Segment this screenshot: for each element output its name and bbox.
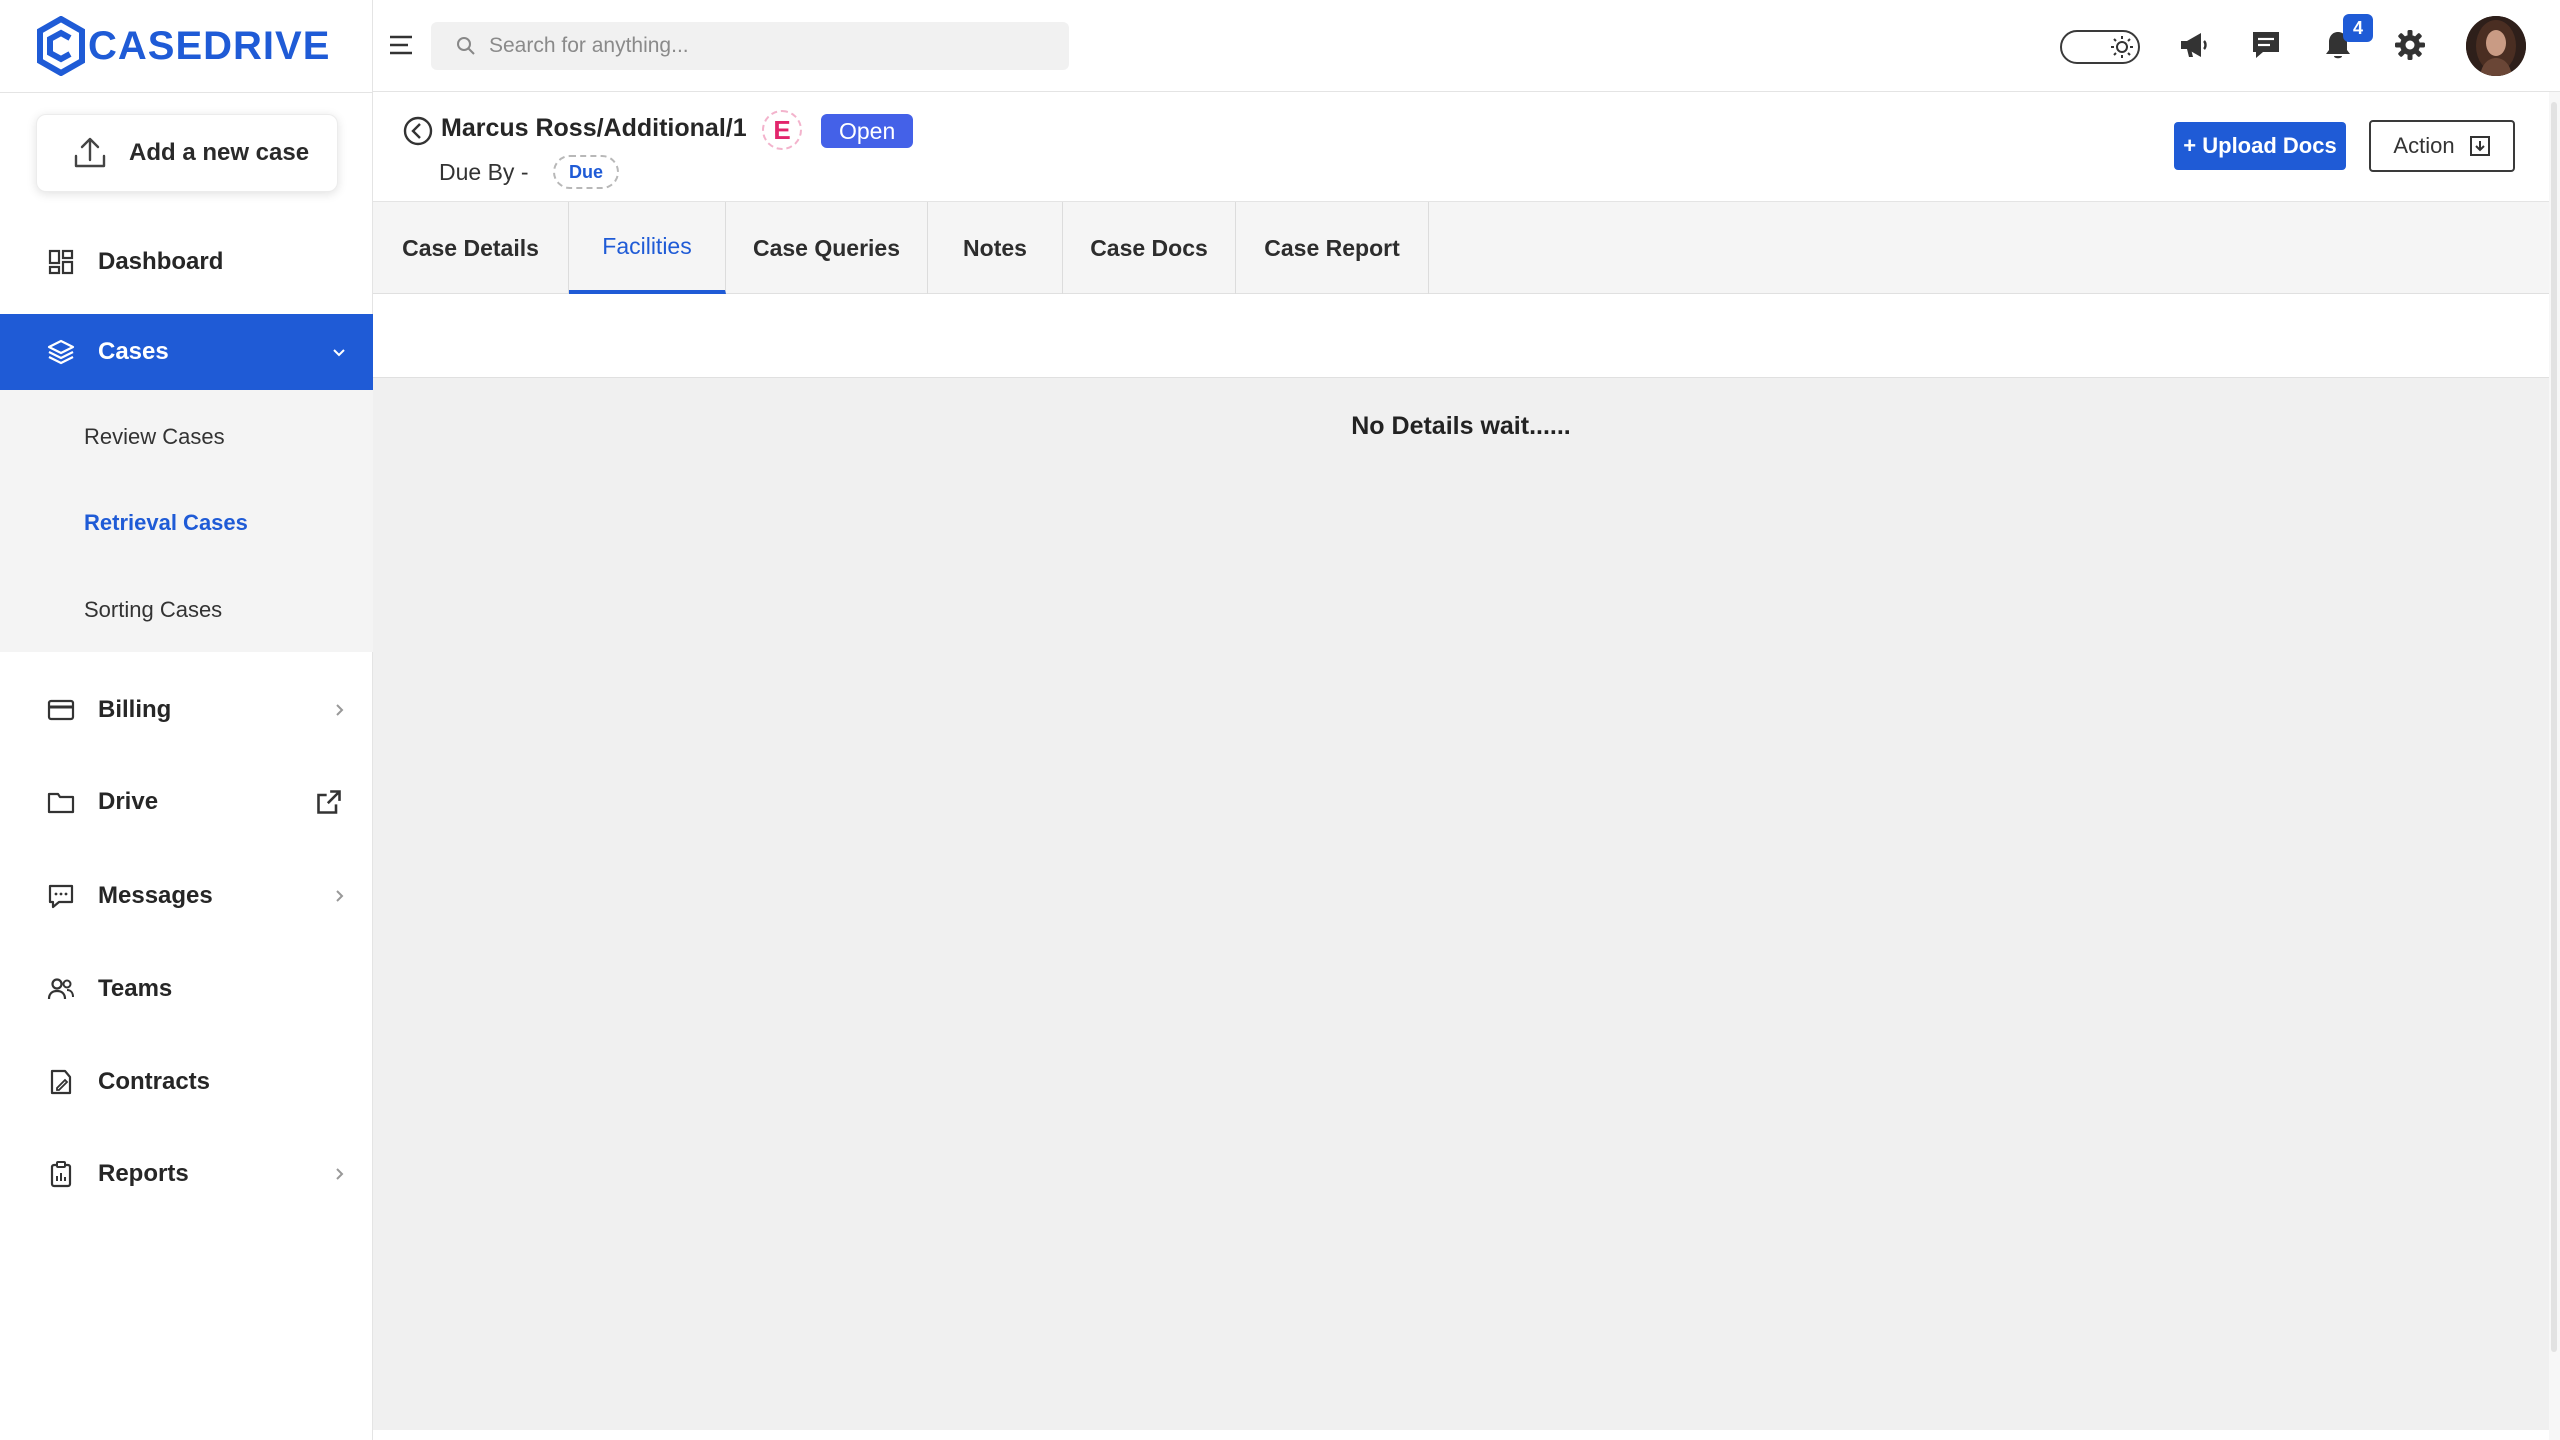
external-link-icon[interactable]: [315, 788, 343, 816]
tab-case-docs[interactable]: Case Docs: [1063, 202, 1236, 294]
submenu-item-sorting-cases[interactable]: Sorting Cases: [84, 597, 222, 623]
logo-hexagon-icon: [37, 16, 85, 76]
sidebar-item-contracts[interactable]: Contracts: [0, 1044, 373, 1120]
sidebar: CASEDRIVE Add a new case Dashboard Cases…: [0, 0, 373, 1440]
submenu-item-retrieval-cases[interactable]: Retrieval Cases: [84, 510, 248, 536]
tab-notes[interactable]: Notes: [928, 202, 1063, 294]
search-input[interactable]: [489, 34, 1049, 58]
tab-facilities[interactable]: Facilities: [569, 202, 726, 294]
add-new-case-button[interactable]: Add a new case: [36, 114, 338, 192]
contract-icon: [46, 1067, 76, 1097]
scrollbar[interactable]: [2549, 92, 2560, 1440]
theme-toggle[interactable]: [2060, 30, 2140, 64]
submenu-item-review-cases[interactable]: Review Cases: [84, 424, 225, 450]
tab-case-queries[interactable]: Case Queries: [726, 202, 928, 294]
sidebar-item-label: Cases: [98, 338, 169, 365]
sidebar-item-label: Billing: [98, 696, 172, 723]
divider: [0, 92, 373, 93]
sidebar-item-label: Dashboard: [98, 248, 224, 275]
sidebar-item-label: Contracts: [98, 1068, 211, 1095]
chat-button[interactable]: [2247, 26, 2285, 64]
gear-icon: [2395, 30, 2425, 60]
sidebar-item-label: Drive: [98, 788, 159, 815]
dashboard-icon: [46, 247, 76, 277]
add-new-case-label: Add a new case: [129, 139, 310, 166]
sidebar-item-cases[interactable]: Cases: [0, 314, 373, 390]
upload-icon: [74, 137, 106, 168]
status-badge: Open: [821, 114, 914, 148]
tab-case-details[interactable]: Case Details: [373, 202, 569, 294]
tab-case-report[interactable]: Case Report: [1236, 202, 1429, 294]
chevron-right-icon: [336, 1168, 344, 1180]
avatar[interactable]: [2466, 16, 2526, 76]
chevron-right-icon: [336, 704, 344, 716]
user-avatar-image: [2466, 16, 2526, 76]
case-e-badge: E: [762, 110, 802, 150]
megaphone-icon: [2181, 33, 2207, 57]
clipboard-icon: [46, 1159, 76, 1189]
logo-text: CASEDRIVE: [88, 23, 331, 68]
announcements-button[interactable]: [2175, 26, 2213, 64]
case-title: Marcus Ross/Additional/1: [441, 114, 747, 142]
chat-icon: [2253, 32, 2279, 58]
case-tabs: Case Details Facilities Case Queries Not…: [373, 202, 2549, 294]
chevron-down-icon: [333, 349, 345, 357]
message-icon: [46, 881, 76, 911]
top-header: [373, 0, 2560, 92]
action-menu-icon: [2469, 136, 2490, 156]
search-icon: [457, 37, 475, 55]
layers-icon: [46, 337, 76, 367]
logo[interactable]: CASEDRIVE: [36, 14, 330, 78]
sun-icon: [2111, 36, 2133, 58]
case-title-bar: Marcus Ross/Additional/1 E Open Due By -…: [373, 92, 2560, 202]
due-date-pill: Due: [553, 155, 620, 189]
settings-button[interactable]: [2391, 26, 2429, 64]
folder-icon: [46, 787, 76, 817]
back-arrow-icon[interactable]: [401, 114, 435, 148]
credit-card-icon: [46, 695, 76, 725]
notification-count-badge: 4: [2343, 14, 2373, 42]
action-button[interactable]: Action: [2369, 120, 2515, 172]
sidebar-item-label: Teams: [98, 975, 173, 1002]
facilities-content: No Details wait......: [373, 378, 2549, 1430]
tab-toolbar-area: [373, 294, 2549, 378]
scrollbar-thumb[interactable]: [2551, 102, 2557, 1352]
upload-docs-button[interactable]: + Upload Docs: [2174, 122, 2346, 170]
sidebar-item-drive[interactable]: Drive: [0, 764, 373, 840]
sidebar-item-dashboard[interactable]: Dashboard: [0, 224, 373, 300]
hamburger-menu-icon[interactable]: [387, 32, 415, 58]
sidebar-item-messages[interactable]: Messages: [0, 858, 373, 934]
sidebar-item-teams[interactable]: Teams: [0, 951, 373, 1027]
sidebar-item-reports[interactable]: Reports: [0, 1136, 373, 1212]
empty-state-message: No Details wait......: [1351, 412, 1571, 440]
users-icon: [46, 974, 76, 1004]
sidebar-item-billing[interactable]: Billing: [0, 672, 373, 748]
search-box: [431, 22, 1069, 70]
sidebar-item-label: Reports: [98, 1160, 189, 1187]
cases-submenu: Review Cases Retrieval Cases Sorting Cas…: [0, 390, 373, 652]
sidebar-item-label: Messages: [98, 882, 213, 909]
due-by-label: Due By -: [439, 159, 529, 185]
action-button-label: Action: [2393, 133, 2455, 158]
chevron-right-icon: [336, 890, 344, 902]
